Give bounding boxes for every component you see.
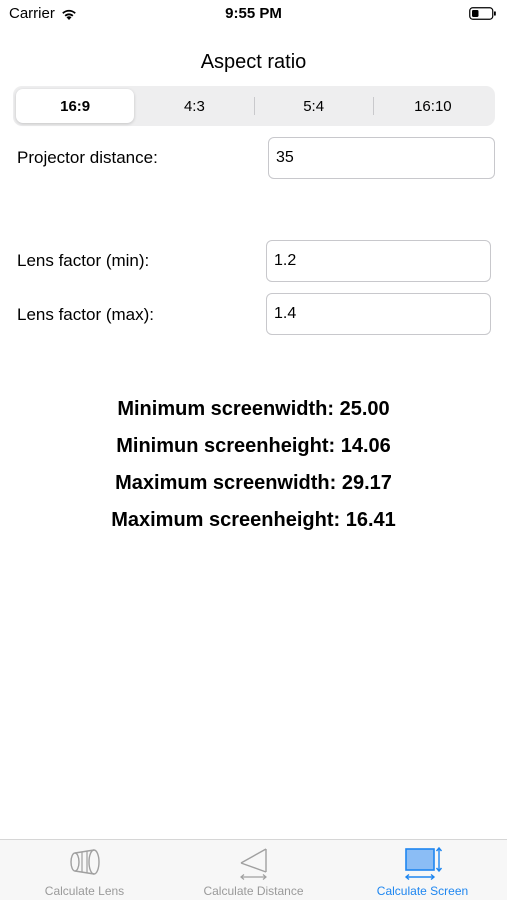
tab-bar: Calculate Lens Calculate Distance Calcul… — [0, 839, 507, 900]
projector-distance-input[interactable] — [268, 137, 495, 179]
status-time: 9:55 PM — [225, 5, 282, 22]
max-screenwidth-result: Maximum screenwidth: 29.17 — [115, 472, 392, 494]
tab-label: Calculate Distance — [203, 884, 304, 898]
projector-distance-label: Projector distance: — [17, 148, 158, 167]
min-screenheight-result: Minimun screenheight: 14.06 — [116, 435, 391, 457]
page-title: Aspect ratio — [200, 51, 307, 73]
min-screenwidth-result: Minimum screenwidth: 25.00 — [117, 398, 390, 420]
battery-icon — [469, 7, 496, 20]
segment-5-4[interactable]: 5:4 — [255, 89, 373, 123]
lens-factor-min-input[interactable] — [266, 240, 491, 282]
segment-16-10[interactable]: 16:10 — [374, 89, 492, 123]
lens-factor-max-input[interactable] — [266, 293, 491, 335]
distance-icon — [239, 848, 267, 880]
results-panel: Minimum screenwidth: 25.00 Minimun scree… — [0, 395, 507, 543]
segment-16-9[interactable]: 16:9 — [16, 89, 135, 123]
status-bar: Carrier 9:55 PM — [0, 0, 507, 28]
screen-icon — [404, 846, 442, 881]
lens-icon — [69, 849, 100, 875]
lens-factor-max-label: Lens factor (max): — [17, 305, 154, 324]
aspect-ratio-segmented-control[interactable]: 16:9 4:3 5:4 16:10 — [13, 86, 495, 126]
lens-factor-min-label: Lens factor (min): — [17, 251, 150, 270]
tab-calculate-lens[interactable]: Calculate Lens — [0, 840, 169, 900]
segment-4-3[interactable]: 4:3 — [135, 89, 253, 123]
tab-label: Calculate Lens — [44, 884, 125, 898]
tab-calculate-distance[interactable]: Calculate Distance — [169, 840, 338, 900]
max-screenheight-result: Maximum screenheight: 16.41 — [111, 509, 396, 531]
tab-label: Calculate Screen — [376, 884, 469, 898]
tab-calculate-screen[interactable]: Calculate Screen — [338, 840, 507, 900]
